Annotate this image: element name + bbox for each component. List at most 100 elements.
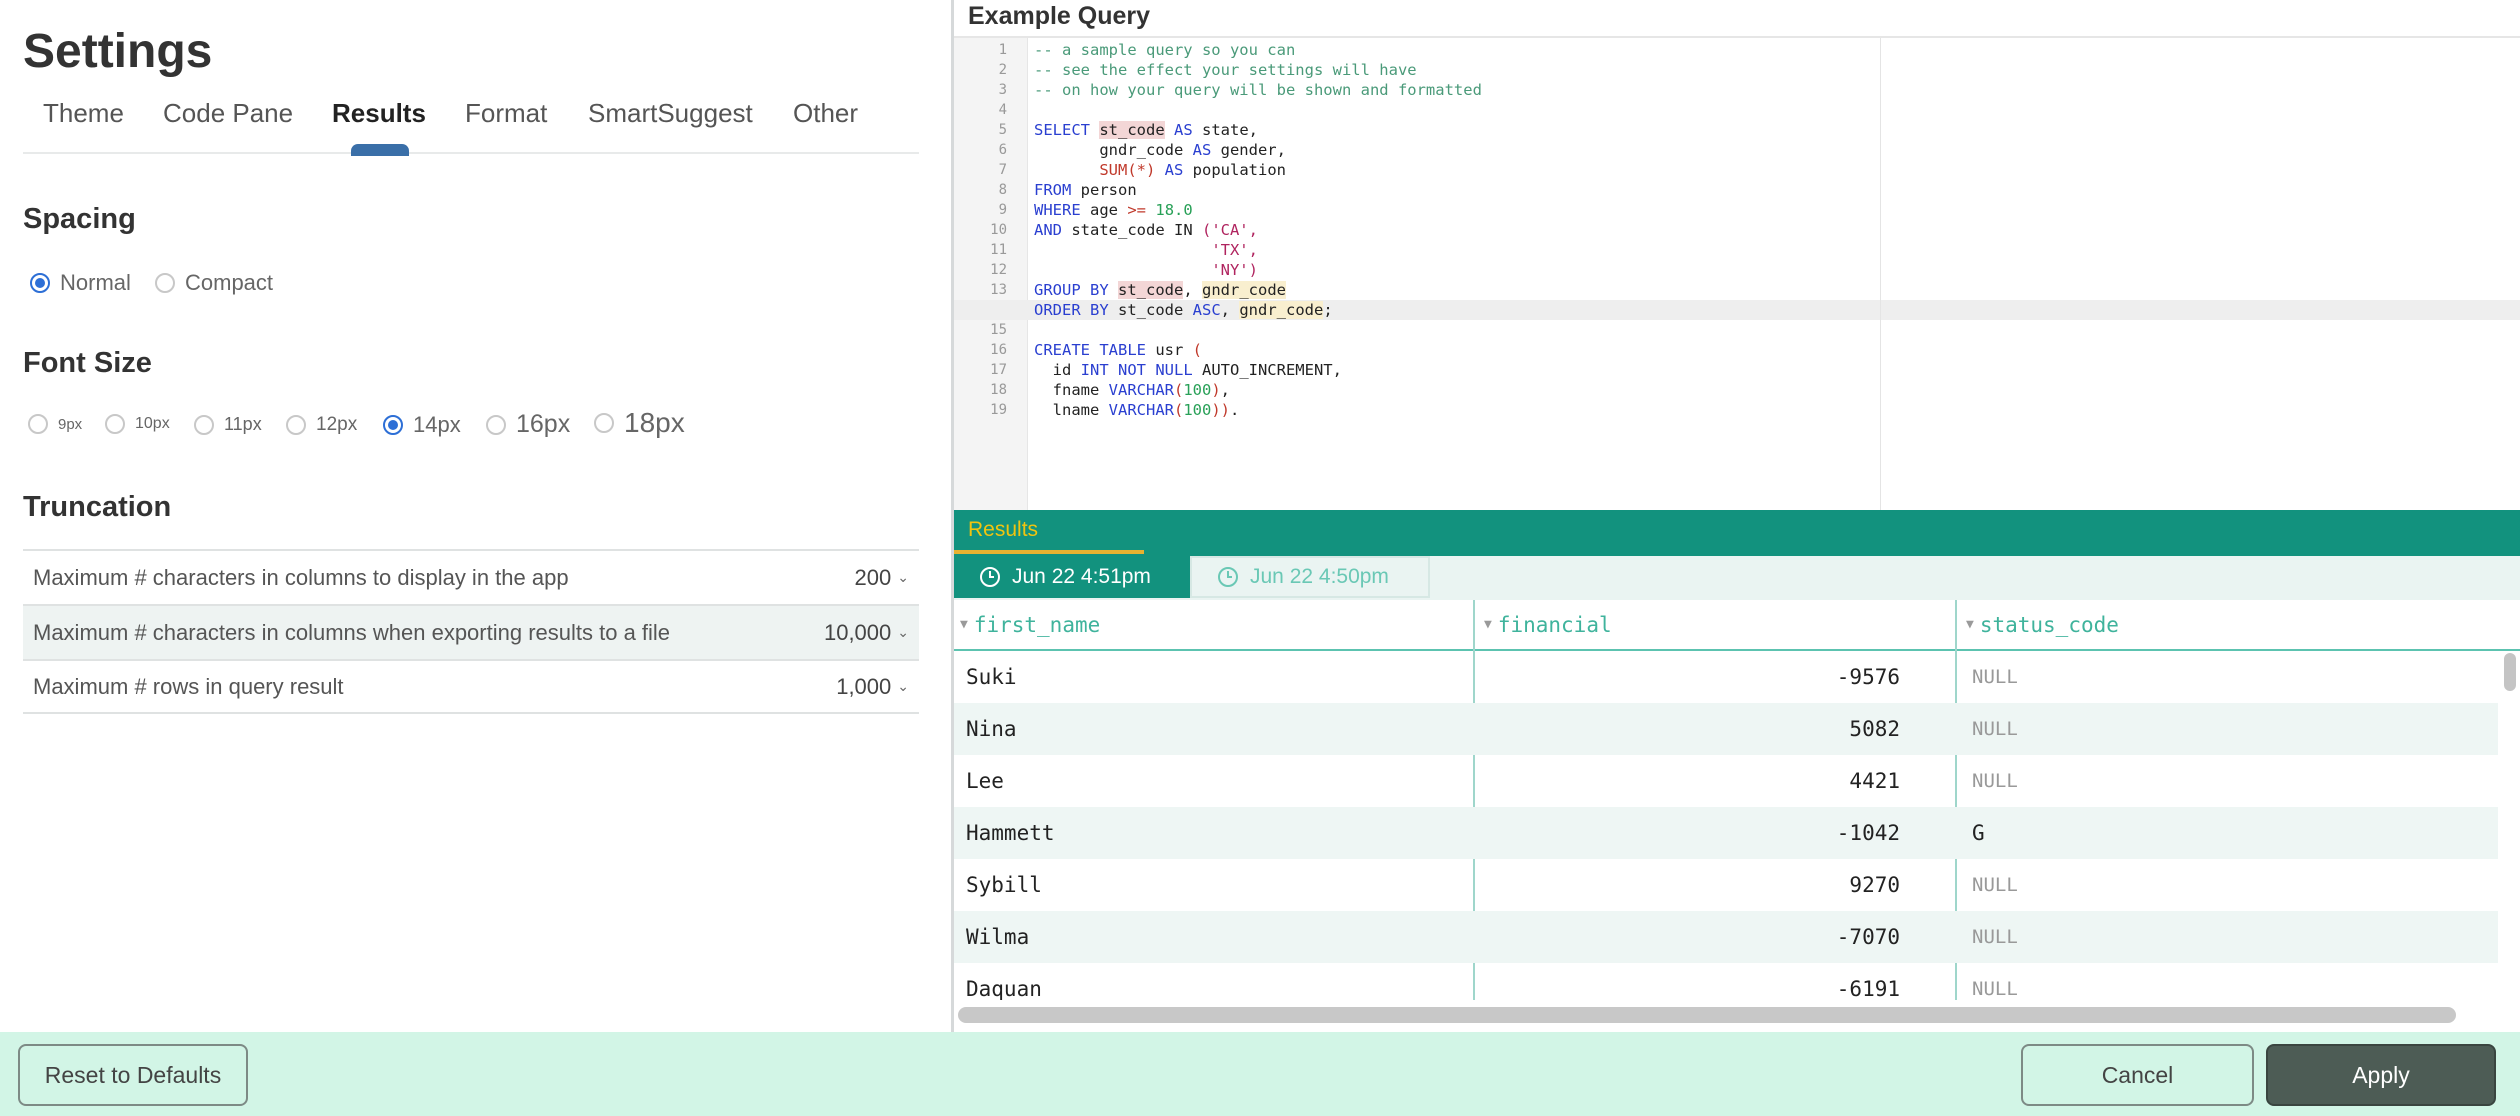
column-header-first-name[interactable]: ▼ first_name xyxy=(954,600,1100,649)
line-number: 2 xyxy=(998,62,1007,78)
line-number: 1 xyxy=(998,42,1007,58)
code-line: fname VARCHAR(100), xyxy=(1034,381,1231,399)
table-row[interactable]: Wilma -7070 NULL xyxy=(954,911,2498,963)
cell-financial[interactable]: 9270 xyxy=(1849,859,1900,911)
cell-status-code[interactable]: NULL xyxy=(1972,859,2018,911)
font-size-16px-radio[interactable]: 16px xyxy=(486,410,570,439)
column-header-status-code[interactable]: ▼ status_code xyxy=(1960,600,2119,649)
column-header-financial[interactable]: ▼ financial xyxy=(1478,600,1612,649)
radio-label: 16px xyxy=(516,410,571,438)
history-tab[interactable]: Jun 22 4:50pm xyxy=(1190,556,1430,598)
sort-icon[interactable]: ▼ xyxy=(1484,617,1492,632)
history-tab-active[interactable]: Jun 22 4:51pm xyxy=(954,556,1190,598)
truncation-select-export[interactable]: 10,000 ⌄ xyxy=(824,606,909,659)
result-history-tabs: Jun 22 4:51pm Jun 22 4:50pm xyxy=(954,556,2520,600)
column-header-label: financial xyxy=(1497,612,1612,637)
font-size-12px-radio[interactable]: 12px xyxy=(286,414,357,436)
table-row[interactable]: Suki -9576 NULL xyxy=(954,651,2498,703)
results-grid-header: ▼ first_name ▼ financial ▼ status_code xyxy=(954,600,2520,651)
cell-first-name[interactable]: Suki xyxy=(966,651,1017,703)
active-tab-indicator xyxy=(351,144,409,156)
cell-financial[interactable]: -1042 xyxy=(1837,807,1900,859)
dialog-footer: Reset to Defaults Cancel Apply xyxy=(0,1032,2520,1116)
cell-financial[interactable]: -9576 xyxy=(1837,651,1900,703)
line-number: 6 xyxy=(998,142,1007,158)
tab-code-pane[interactable]: Code Pane xyxy=(163,98,293,129)
vertical-scrollbar[interactable] xyxy=(2498,651,2520,1000)
cell-financial[interactable]: -7070 xyxy=(1837,911,1900,963)
tab-other[interactable]: Other xyxy=(793,98,858,129)
tab-theme[interactable]: Theme xyxy=(43,98,124,129)
scrollbar-thumb[interactable] xyxy=(2504,653,2516,691)
history-tab-label: Jun 22 4:51pm xyxy=(1012,565,1151,588)
code-line: ORDER BY st_code ASC, gndr_code; xyxy=(1034,301,1333,319)
cell-first-name[interactable]: Daquan xyxy=(966,963,1042,1000)
code-line: SUM(*) AS population xyxy=(1099,161,1286,179)
truncation-select-rows[interactable]: 1,000 ⌄ xyxy=(836,661,909,712)
results-bar: Results xyxy=(954,510,2520,556)
cell-first-name[interactable]: Wilma xyxy=(966,911,1029,963)
cell-first-name[interactable]: Lee xyxy=(966,755,1004,807)
apply-button[interactable]: Apply xyxy=(2266,1044,2496,1106)
font-size-18px-radio[interactable]: 18px xyxy=(594,407,685,439)
sort-icon[interactable]: ▼ xyxy=(1966,617,1974,632)
truncation-row-rows: Maximum # rows in query result 1,000 ⌄ xyxy=(23,659,919,714)
cell-financial[interactable]: -6191 xyxy=(1837,963,1900,1000)
line-number: 8 xyxy=(998,182,1007,198)
spacing-heading: Spacing xyxy=(23,203,136,235)
results-tab[interactable]: Results xyxy=(968,518,1038,542)
table-row[interactable]: Hammett -1042 G xyxy=(954,807,2498,859)
line-number: 9 xyxy=(998,202,1007,218)
font-size-14px-radio[interactable]: 14px xyxy=(383,412,461,438)
code-line: GROUP BY st_code, gndr_code xyxy=(1034,281,1286,299)
page-title: Settings xyxy=(23,25,213,78)
cell-first-name[interactable]: Hammett xyxy=(966,807,1055,859)
cell-status-code[interactable]: NULL xyxy=(1972,963,2018,1000)
clock-icon xyxy=(1218,567,1238,587)
cell-status-code[interactable]: G xyxy=(1972,807,1985,859)
line-number: 11 xyxy=(990,242,1007,258)
tab-smartsuggest[interactable]: SmartSuggest xyxy=(588,98,753,129)
spacing-normal-radio[interactable]: Normal xyxy=(30,270,131,296)
font-size-9px-radio[interactable]: 9px xyxy=(28,414,82,434)
line-number: 17 xyxy=(990,362,1007,378)
line-number-gutter: 1 2 3 4 5 6 7 8 9 10 11 12 13 14 15 16 1… xyxy=(954,38,1028,510)
cell-financial[interactable]: 5082 xyxy=(1849,703,1900,755)
cell-status-code[interactable]: NULL xyxy=(1972,651,2018,703)
code-editor[interactable]: 1 2 3 4 5 6 7 8 9 10 11 12 13 14 15 16 1… xyxy=(954,36,2520,510)
cell-first-name[interactable]: Sybill xyxy=(966,859,1042,911)
line-number: 3 xyxy=(998,82,1007,98)
code-line: SELECT st_code AS state, xyxy=(1034,121,1259,139)
sort-icon[interactable]: ▼ xyxy=(960,617,968,632)
table-row[interactable]: Lee 4421 NULL xyxy=(954,755,2498,807)
spacing-compact-radio[interactable]: Compact xyxy=(155,270,273,296)
table-row[interactable]: Nina 5082 NULL xyxy=(954,703,2498,755)
radio-unchecked-icon xyxy=(286,415,306,435)
horizontal-scrollbar[interactable] xyxy=(958,1007,2456,1023)
font-size-10px-radio[interactable]: 10px xyxy=(105,414,170,434)
font-size-11px-radio[interactable]: 11px xyxy=(194,414,262,435)
truncation-heading: Truncation xyxy=(23,491,172,523)
truncation-list: Maximum # characters in columns to displ… xyxy=(23,549,919,714)
code-line: AND state_code IN ('CA', xyxy=(1034,221,1258,239)
tab-results[interactable]: Results xyxy=(332,98,426,129)
truncation-select-display[interactable]: 200 ⌄ xyxy=(855,551,909,604)
example-query-title: Example Query xyxy=(968,2,1151,30)
table-row[interactable]: Daquan -6191 NULL xyxy=(954,963,2498,1000)
code-line: -- see the effect your settings will hav… xyxy=(1034,61,1417,79)
reset-to-defaults-button[interactable]: Reset to Defaults xyxy=(18,1044,248,1106)
code-line: FROM person xyxy=(1034,181,1137,199)
cell-first-name[interactable]: Nina xyxy=(966,703,1017,755)
code-line: WHERE age >= 18.0 xyxy=(1034,201,1193,219)
table-row[interactable]: Sybill 9270 NULL xyxy=(954,859,2498,911)
cell-status-code[interactable]: NULL xyxy=(1972,703,2018,755)
cell-financial[interactable]: 4421 xyxy=(1849,755,1900,807)
cell-status-code[interactable]: NULL xyxy=(1972,911,2018,963)
cancel-button[interactable]: Cancel xyxy=(2021,1044,2254,1106)
print-margin xyxy=(1880,38,1881,510)
tab-format[interactable]: Format xyxy=(465,98,547,129)
radio-label: 10px xyxy=(135,415,170,432)
truncation-value: 1,000 xyxy=(836,673,892,699)
line-number: 16 xyxy=(990,342,1007,358)
cell-status-code[interactable]: NULL xyxy=(1972,755,2018,807)
